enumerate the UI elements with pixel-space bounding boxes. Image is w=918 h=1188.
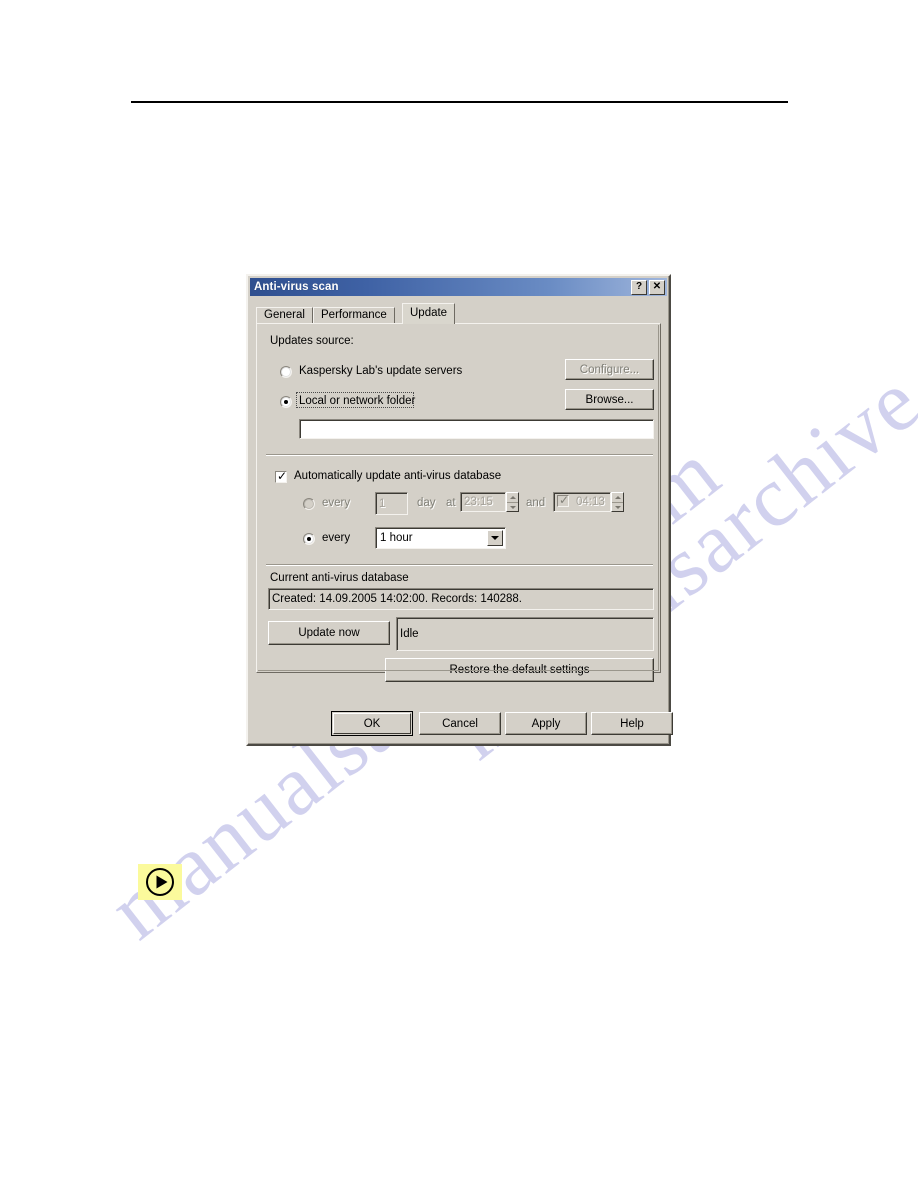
tab-general[interactable]: General [256,307,313,324]
radio-schedule-interval[interactable] [303,533,315,545]
radio-kaspersky-servers-label: Kaspersky Lab's update servers [299,365,463,377]
radio-schedule-daily[interactable] [303,498,315,510]
tab-update[interactable]: Update [402,303,456,324]
radio-schedule-daily-label: every [322,497,351,509]
close-icon[interactable]: ✕ [649,279,665,295]
daily-unit-label: day [417,497,436,509]
tab-performance[interactable]: Performance [313,307,395,324]
cancel-button[interactable]: Cancel [419,712,501,735]
section-divider [266,564,653,566]
radio-local-folder[interactable] [280,396,292,408]
ok-button[interactable]: OK [331,711,413,736]
configure-button: Configure... [565,359,654,380]
radio-kaspersky-servers[interactable] [280,366,292,378]
page-header-rule [131,101,788,103]
help-icon[interactable]: ? [631,279,647,295]
second-time-enable-checkbox: ✓ [557,493,570,507]
cancel-button-label: Cancel [442,717,478,730]
dialog-title: Anti-virus scan [254,281,339,293]
restore-defaults-button-label: Restore the default settings [449,664,590,676]
configure-button-label: Configure... [579,363,640,376]
first-time-spinner [506,492,519,512]
update-interval-value: 1 hour [380,532,413,544]
play-note-icon [138,864,182,900]
radio-local-folder-label: Local or network folder [299,395,416,407]
auto-update-checkbox[interactable]: ✓ [275,470,287,483]
chevron-down-icon[interactable] [487,530,503,546]
ok-button-label: OK [363,717,381,730]
restore-defaults-button[interactable]: Restore the default settings [385,658,654,682]
section-divider [266,454,653,456]
help-button-label: Help [620,717,644,730]
daily-interval-input: 1 [375,492,408,515]
at-label: at [446,497,456,509]
updates-source-label: Updates source: [270,335,354,347]
daily-interval-value: 1 [379,497,386,510]
update-status-field: Idle [396,617,654,651]
apply-button-label: Apply [531,717,561,730]
second-time-value: 04:13 [576,496,605,508]
update-now-button-label: Update now [298,627,360,639]
tab-strip: General Performance Update [256,303,661,324]
help-button[interactable]: Help [591,712,673,735]
browse-button-label: Browse... [585,393,634,406]
second-time-spinner [611,492,624,512]
dialog-titlebar[interactable]: Anti-virus scan ? ✕ [250,278,667,296]
document-page: manualsarchive.com manualsarchive.com An… [0,0,918,1188]
database-info-value: Created: 14.09.2005 14:02:00. Records: 1… [272,593,522,605]
apply-button[interactable]: Apply [505,712,587,735]
update-interval-combobox[interactable]: 1 hour [375,527,506,549]
radio-schedule-interval-label: every [322,532,351,544]
auto-update-label: Automatically update anti-virus database [294,470,502,482]
anti-virus-scan-dialog: Anti-virus scan ? ✕ General Performance … [246,274,673,746]
first-time-input: 23:15 [460,492,506,512]
folder-path-input[interactable] [299,419,654,439]
current-database-label: Current anti-virus database [270,572,409,584]
and-label: and [526,497,546,509]
update-status-value: Idle [400,628,419,640]
first-time-value: 23:15 [464,496,493,508]
database-info-field: Created: 14.09.2005 14:02:00. Records: 1… [268,588,654,610]
update-now-button[interactable]: Update now [268,621,390,645]
browse-button[interactable]: Browse... [565,389,654,410]
update-tab-panel: Updates source: Kaspersky Lab's update s… [256,323,661,682]
